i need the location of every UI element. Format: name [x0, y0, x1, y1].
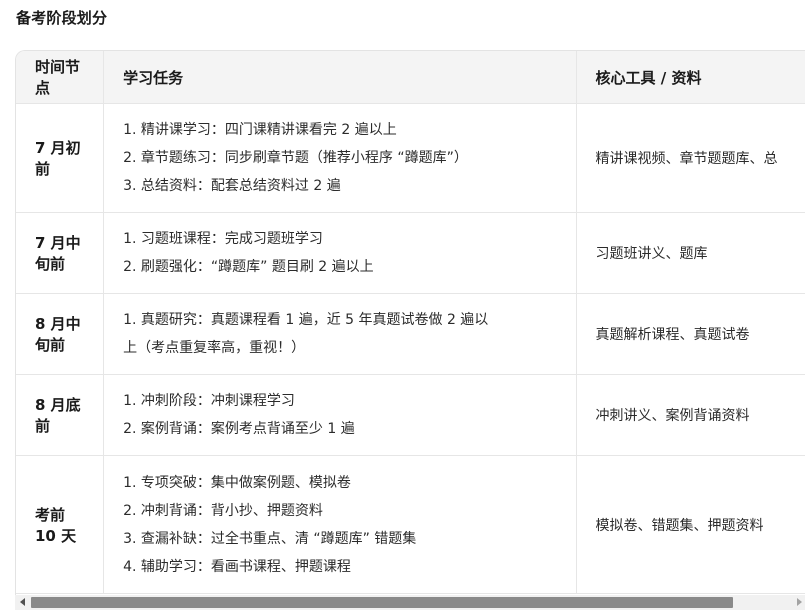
table-row: 考前 10 天 1. 专项突破：集中做案例题、模拟卷 2. 冲刺背诵：背小抄、押…	[16, 455, 805, 594]
scrollbar-thumb[interactable]	[31, 597, 733, 608]
task-line: 1. 习题班课程：完成习题班学习	[123, 231, 323, 247]
tools-cell: 精讲课视频、章节题题库、总	[576, 103, 805, 213]
header-tools: 核心工具 / 资料	[576, 51, 805, 104]
task-line: 上（考点重复率高，重视！）	[123, 340, 306, 356]
task-line: 3. 总结资料：配套总结资料过 2 遍	[123, 178, 341, 194]
task-line: 2. 刷题强化：“蹲题库” 题目刷 2 遍以上	[123, 259, 374, 275]
table-row: 7 月初前 1. 精讲课学习：四门课精讲课看完 2 遍以上 2. 章节题练习：同…	[16, 103, 805, 213]
task-cell: 1. 真题研究：真题课程看 1 遍，近 5 年真题试卷做 2 遍以 上（考点重复…	[103, 293, 577, 375]
section-title: 备考阶段划分	[16, 9, 108, 27]
task-line: 1. 真题研究：真题课程看 1 遍，近 5 年真题试卷做 2 遍以	[123, 312, 489, 328]
page: 备考阶段划分 时间节点 学习任务 核心工具 / 资料 7 月初前 1. 精讲课学…	[0, 0, 805, 612]
task-line: 1. 精讲课学习：四门课精讲课看完 2 遍以上	[123, 122, 397, 138]
table-row: 7 月中旬前 1. 习题班课程：完成习题班学习 2. 刷题强化：“蹲题库” 题目…	[16, 212, 805, 294]
table-container[interactable]: 时间节点 学习任务 核心工具 / 资料 7 月初前 1. 精讲课学习：四门课精讲…	[15, 50, 805, 597]
task-line: 2. 冲刺背诵：背小抄、押题资料	[123, 502, 323, 519]
task-cell: 1. 习题班课程：完成习题班学习 2. 刷题强化：“蹲题库” 题目刷 2 遍以上	[103, 212, 577, 294]
task-line: 3. 查漏补缺：过全书重点、清 “蹲题库” 错题集	[123, 530, 417, 547]
task-line: 1. 专项突破：集中做案例题、模拟卷	[123, 474, 351, 491]
task-line: 2. 案例背诵：案例考点背诵至少 1 遍	[123, 421, 355, 437]
time-cell: 7 月中旬前	[16, 212, 105, 294]
task-cell: 1. 精讲课学习：四门课精讲课看完 2 遍以上 2. 章节题练习：同步刷章节题（…	[103, 103, 577, 213]
time-cell: 7 月初前	[16, 103, 105, 213]
table-row: 8 月底前 1. 冲刺阶段：冲刺课程学习 2. 案例背诵：案例考点背诵至少 1 …	[16, 374, 805, 456]
scroll-right-arrow-icon[interactable]	[797, 598, 802, 606]
tools-cell: 习题班讲义、题库	[576, 212, 805, 294]
task-cell: 1. 冲刺阶段：冲刺课程学习 2. 案例背诵：案例考点背诵至少 1 遍	[103, 374, 577, 456]
header-time: 时间节点	[16, 51, 105, 104]
task-line: 4. 辅助学习：看画书课程、押题课程	[123, 558, 351, 575]
horizontal-scrollbar[interactable]	[15, 595, 805, 610]
table-header-row: 时间节点 学习任务 核心工具 / 资料	[16, 51, 805, 104]
task-line: 1. 冲刺阶段：冲刺课程学习	[123, 393, 295, 409]
time-cell: 8 月中旬前	[16, 293, 105, 375]
tools-cell: 模拟卷、错题集、押题资料	[576, 455, 805, 594]
study-plan-table: 时间节点 学习任务 核心工具 / 资料 7 月初前 1. 精讲课学习：四门课精讲…	[16, 51, 805, 594]
task-line: 2. 章节题练习：同步刷章节题（推荐小程序 “蹲题库”）	[123, 150, 468, 166]
time-cell: 考前 10 天	[16, 455, 105, 594]
task-cell: 1. 专项突破：集中做案例题、模拟卷 2. 冲刺背诵：背小抄、押题资料 3. 查…	[103, 455, 577, 594]
scroll-left-arrow-icon[interactable]	[20, 598, 25, 606]
table-row: 8 月中旬前 1. 真题研究：真题课程看 1 遍，近 5 年真题试卷做 2 遍以…	[16, 293, 805, 375]
tools-cell: 冲刺讲义、案例背诵资料	[576, 374, 805, 456]
time-cell: 8 月底前	[16, 374, 105, 456]
tools-cell: 真题解析课程、真题试卷	[576, 293, 805, 375]
header-task: 学习任务	[103, 51, 577, 104]
